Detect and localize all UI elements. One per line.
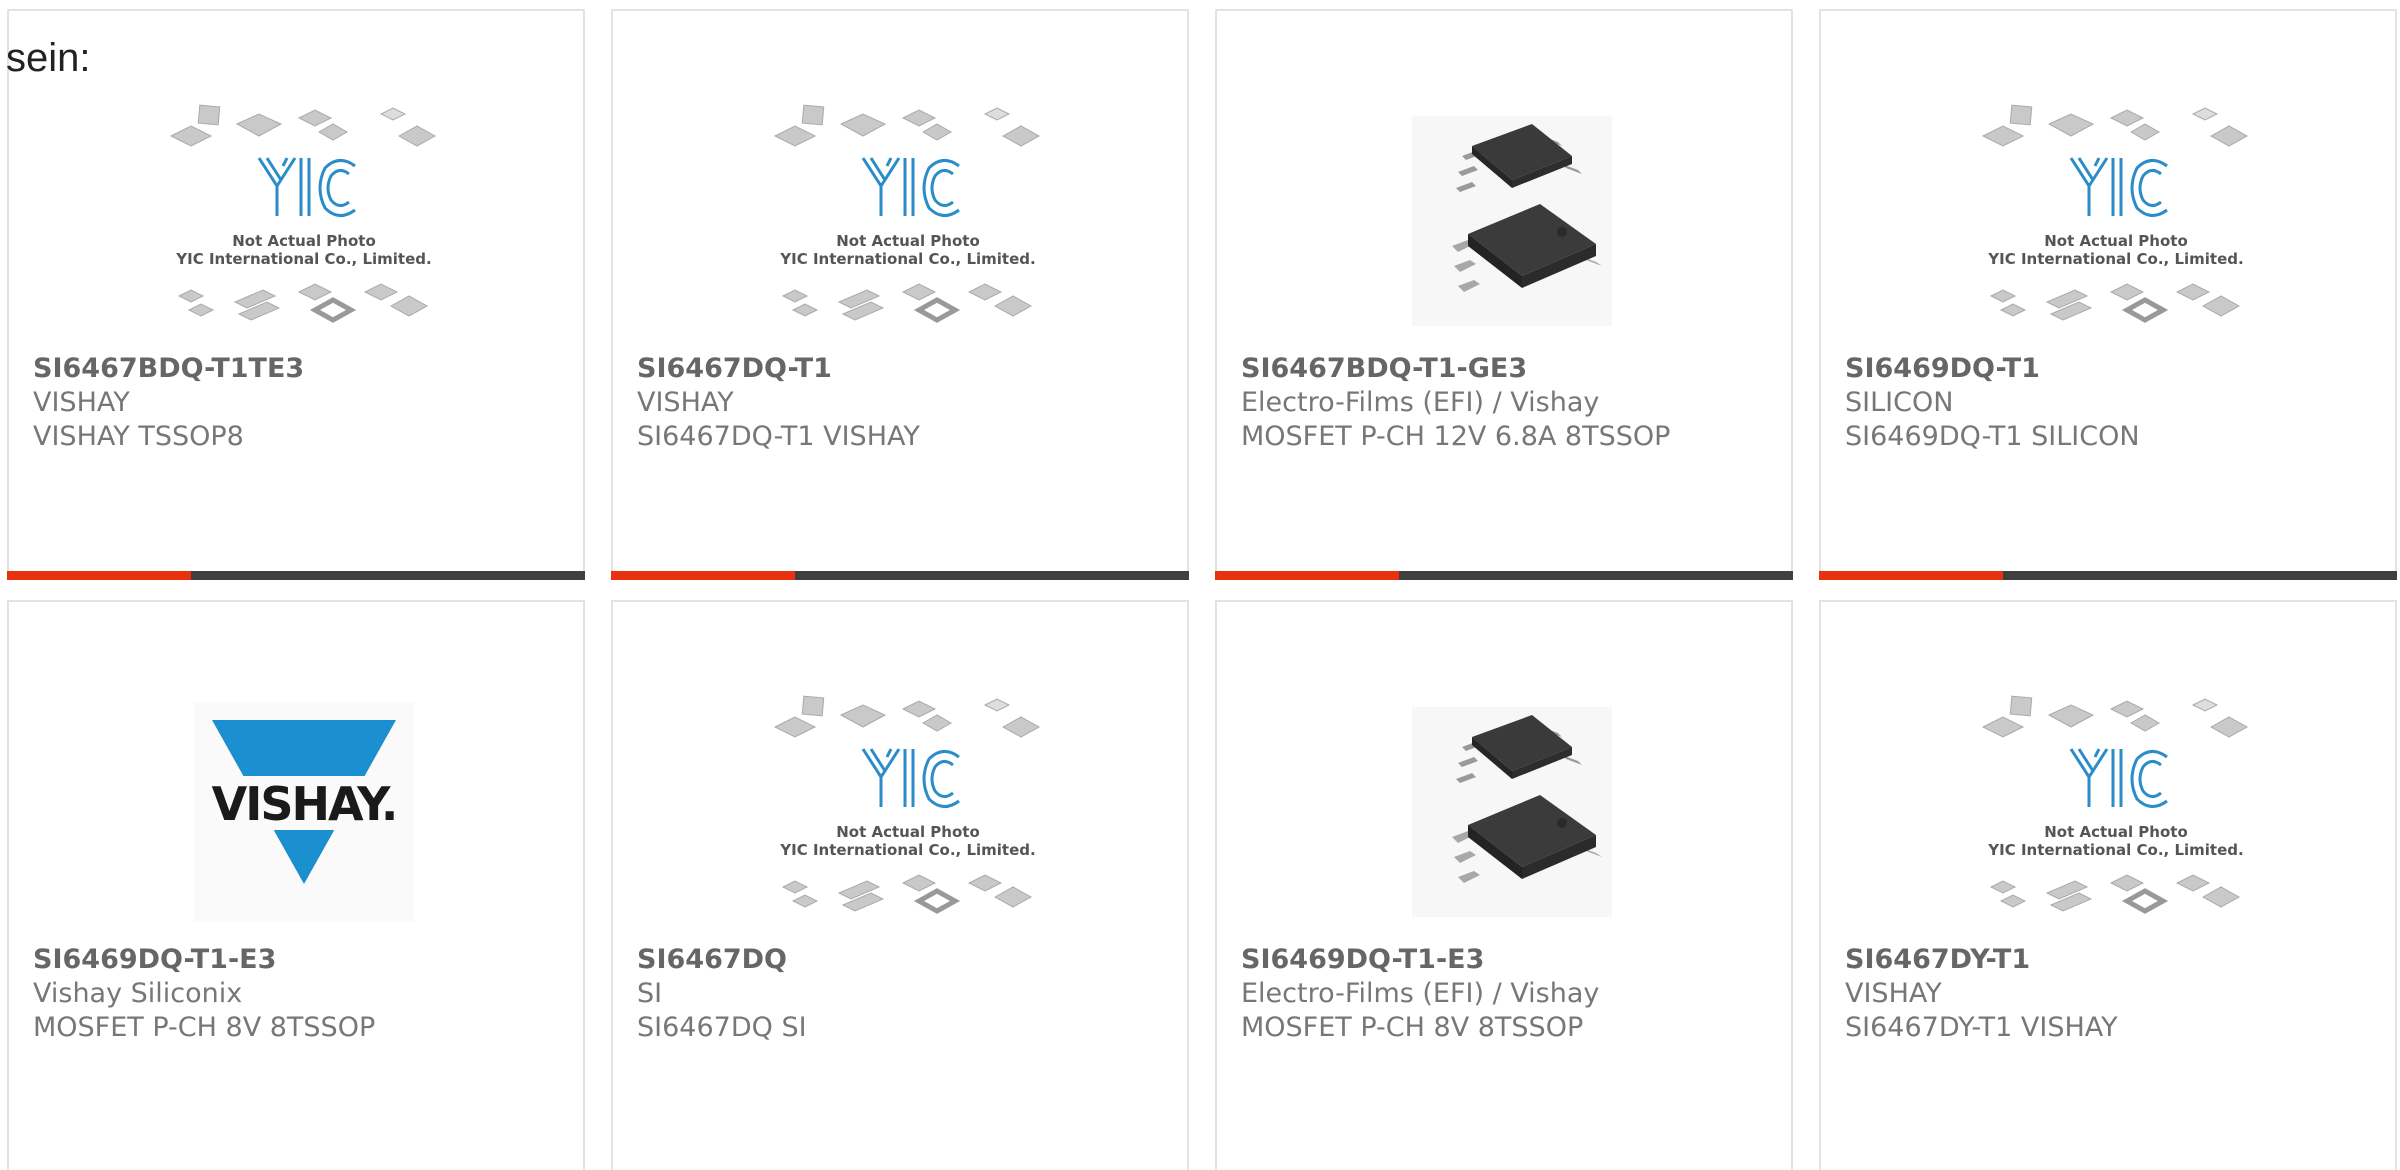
product-info: SI6467BDQ-T1TE3 VISHAY VISHAY TSSOP8: [33, 352, 567, 454]
part-number-link[interactable]: SI6467BDQ-T1TE3: [33, 352, 567, 386]
description-label: MOSFET P-CH 12V 6.8A 8TSSOP: [1241, 421, 1671, 452]
product-info: SI6469DQ-T1-E3 Electro-Films (EFI) / Vish…: [1241, 943, 1775, 1045]
svg-text:Not Actual Photo: Not Actual Photo: [2044, 823, 2188, 841]
section-heading: sein:: [6, 36, 91, 80]
not-actual-photo-image[interactable]: Not Actual Photo YIC International Co., …: [1981, 91, 2251, 351]
description-label: MOSFET P-CH 8V 8TSSOP: [33, 1012, 376, 1043]
card-accent-bar: [611, 571, 1189, 580]
description-label: SI6467DY-T1 VISHAY: [1845, 1012, 2118, 1043]
svg-text:Not Actual Photo: Not Actual Photo: [836, 823, 980, 841]
manufacturer-label: VISHAY: [1845, 978, 1942, 1009]
svg-text:YIC International Co., Limited: YIC International Co., Limited.: [1987, 841, 2243, 859]
svg-text:Not Actual Photo: Not Actual Photo: [836, 232, 980, 250]
product-card[interactable]: VISHAY. SI6469DQ-T1-E3 Vishay Siliconix MO…: [7, 600, 585, 1170]
svg-text:Not Actual Photo: Not Actual Photo: [232, 232, 376, 250]
description-label: SI6467DQ SI: [637, 1012, 807, 1043]
manufacturer-label: Vishay Siliconix: [33, 978, 243, 1009]
product-card[interactable]: SI6467BDQ-T1-GE3 Electro-Films (EFI) / Vi…: [1215, 9, 1793, 580]
card-accent-highlight: [611, 571, 795, 580]
svg-text:VISHAY.: VISHAY.: [212, 777, 397, 831]
card-accent-bar: [1215, 571, 1793, 580]
product-info: SI6467DQ-T1 VISHAY SI6467DQ-T1 VISHAY: [637, 352, 1171, 454]
not-actual-photo-image[interactable]: Not Actual Photo YIC International Co., …: [773, 91, 1043, 351]
product-info: SI6467DQ SI SI6467DQ SI: [637, 943, 1171, 1045]
vishay-logo-image[interactable]: VISHAY.: [169, 682, 439, 942]
part-number-link[interactable]: SI6469DQ-T1-E3: [33, 943, 567, 977]
not-actual-photo-image[interactable]: Not Actual Photo YIC International Co., …: [169, 91, 439, 351]
svg-text:YIC International Co., Limited: YIC International Co., Limited.: [779, 841, 1035, 859]
product-info: SI6467DY-T1 VISHAY SI6467DY-T1 VISHAY: [1845, 943, 2379, 1045]
manufacturer-label: SILICON: [1845, 387, 1954, 418]
product-card[interactable]: SI6469DQ-T1-E3 Electro-Films (EFI) / Vish…: [1215, 600, 1793, 1170]
tssop-chip-image[interactable]: [1377, 682, 1647, 942]
product-info: SI6469DQ-T1-E3 Vishay Siliconix MOSFET P-C…: [33, 943, 567, 1045]
part-number-link[interactable]: SI6469DQ-T1-E3: [1241, 943, 1775, 977]
manufacturer-label: Electro-Films (EFI) / Vishay: [1241, 387, 1600, 418]
product-card[interactable]: Not Actual Photo YIC International Co., …: [1819, 600, 2397, 1170]
part-number-link[interactable]: SI6467BDQ-T1-GE3: [1241, 352, 1775, 386]
product-card[interactable]: Not Actual Photo YIC International Co., …: [1819, 9, 2397, 580]
product-info: SI6467BDQ-T1-GE3 Electro-Films (EFI) / Vi…: [1241, 352, 1775, 454]
product-card[interactable]: Not Actual Photo YIC International Co., …: [611, 600, 1189, 1170]
manufacturer-label: Electro-Films (EFI) / Vishay: [1241, 978, 1600, 1009]
card-accent-highlight: [1819, 571, 2003, 580]
description-label: SI6469DQ-T1 SILICON: [1845, 421, 2140, 452]
manufacturer-label: VISHAY: [33, 387, 130, 418]
description-label: VISHAY TSSOP8: [33, 421, 244, 452]
not-actual-photo-image[interactable]: Not Actual Photo YIC International Co., …: [773, 682, 1043, 942]
product-card[interactable]: Not Actual Photo YIC International Co., …: [611, 9, 1189, 580]
manufacturer-label: VISHAY: [637, 387, 734, 418]
product-grid: Not Actual Photo YIC International Co., …: [0, 0, 2400, 1170]
svg-text:YIC International Co., Limited: YIC International Co., Limited.: [175, 250, 431, 268]
part-number-link[interactable]: SI6467DY-T1: [1845, 943, 2379, 977]
tssop-chip-image[interactable]: [1377, 91, 1647, 351]
card-accent-bar: [7, 571, 585, 580]
svg-text:Not Actual Photo: Not Actual Photo: [2044, 232, 2188, 250]
product-card[interactable]: Not Actual Photo YIC International Co., …: [7, 9, 585, 580]
description-label: SI6467DQ-T1 VISHAY: [637, 421, 920, 452]
card-accent-bar: [1819, 571, 2397, 580]
product-info: SI6469DQ-T1 SILICON SI6469DQ-T1 SILICON: [1845, 352, 2379, 454]
card-accent-highlight: [7, 571, 191, 580]
card-accent-highlight: [1215, 571, 1399, 580]
part-number-link[interactable]: SI6467DQ: [637, 943, 1171, 977]
svg-text:YIC International Co., Limited: YIC International Co., Limited.: [1987, 250, 2243, 268]
description-label: MOSFET P-CH 8V 8TSSOP: [1241, 1012, 1584, 1043]
svg-text:YIC International Co., Limited: YIC International Co., Limited.: [779, 250, 1035, 268]
part-number-link[interactable]: SI6467DQ-T1: [637, 352, 1171, 386]
not-actual-photo-image[interactable]: Not Actual Photo YIC International Co., …: [1981, 682, 2251, 942]
part-number-link[interactable]: SI6469DQ-T1: [1845, 352, 2379, 386]
manufacturer-label: SI: [637, 978, 663, 1009]
